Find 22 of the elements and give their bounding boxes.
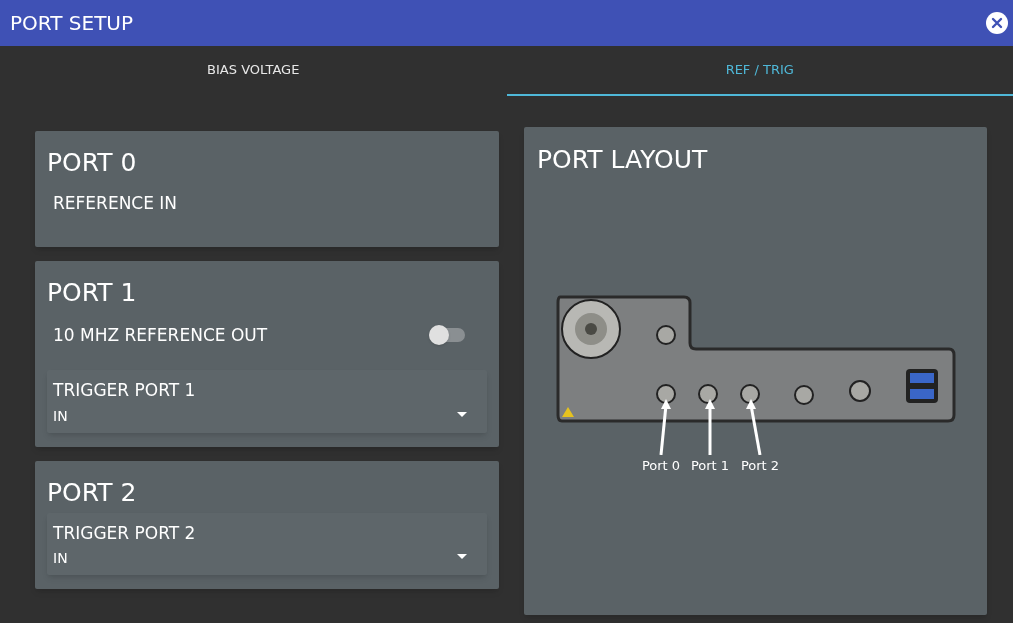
port-title: PORT 2 <box>47 476 138 509</box>
port-title: PORT 1 <box>47 276 138 309</box>
dropdown[interactable]: TRIGGER PORT 2 IN <box>47 512 487 575</box>
dropdown-value: IN <box>53 406 69 426</box>
close-icon[interactable] <box>986 12 1008 34</box>
dropdown-label: TRIGGER PORT 1 <box>53 379 196 402</box>
toggle-label: 10 MHZ REFERENCE OUT <box>53 323 268 347</box>
dialog-title: PORT SETUP <box>10 10 134 37</box>
dropdown[interactable]: TRIGGER PORT 1 IN <box>47 370 487 433</box>
port-label-text: Port 0 <box>641 457 681 475</box>
tab[interactable]: REF / TRIG <box>506 46 1013 96</box>
port-label: REFERENCE IN <box>53 192 179 215</box>
caret-icon <box>457 411 467 417</box>
port-label-text: Port 1 <box>690 457 730 475</box>
arrow-icon <box>704 399 716 455</box>
layout-title: PORT LAYOUT <box>537 144 708 176</box>
port-title: PORT 0 <box>47 147 138 179</box>
dropdown-label: TRIGGER PORT 2 <box>53 521 196 545</box>
dropdown-value: IN <box>53 549 69 568</box>
caret-icon <box>457 554 467 559</box>
tab[interactable]: BIAS VOLTAGE <box>0 46 507 96</box>
port-label-text: Port 2 <box>740 457 780 475</box>
